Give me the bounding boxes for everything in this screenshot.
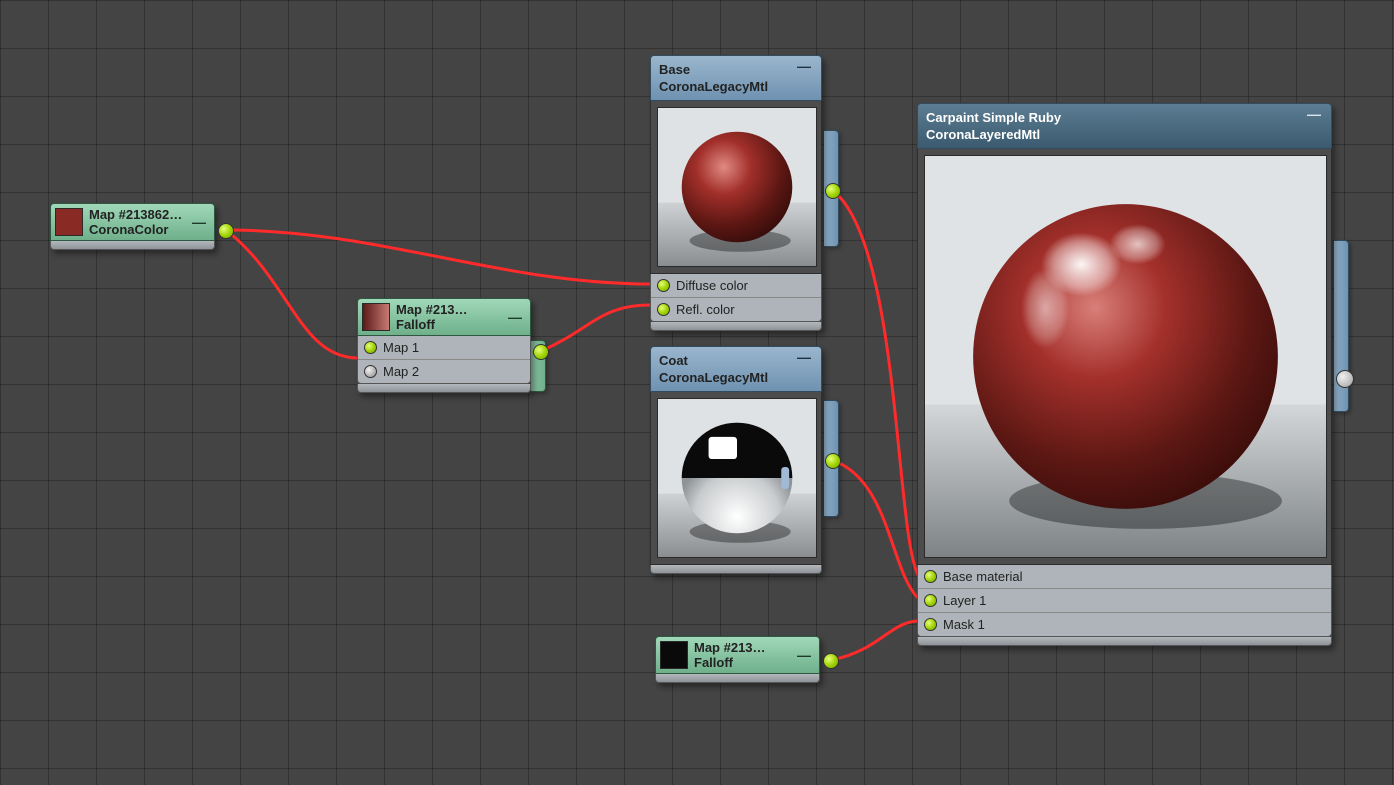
- node-title: Map #213862…: [89, 207, 182, 222]
- base-output[interactable]: [825, 183, 841, 199]
- base-preview: [657, 107, 817, 267]
- layered-output[interactable]: [1336, 370, 1354, 388]
- slot-label: Layer 1: [943, 593, 986, 608]
- coat-preview: [657, 398, 817, 558]
- node-title: Map #213…: [396, 302, 468, 317]
- falloff2-output[interactable]: [823, 653, 839, 669]
- falloff1-swatch: [362, 303, 390, 331]
- slot-label: Map 1: [383, 340, 419, 355]
- node-title: Coat: [659, 352, 768, 369]
- falloff2-swatch: [660, 641, 688, 669]
- node-falloff2[interactable]: Map #213… Falloff —: [655, 636, 820, 683]
- layered-preview: [924, 155, 1327, 558]
- slot-label: Refl. color: [676, 302, 735, 317]
- node-base-mtl[interactable]: Base CoronaLegacyMtl —: [650, 55, 822, 331]
- node-layered-mtl[interactable]: Carpaint Simple Ruby CoronaLayeredMtl —: [917, 103, 1332, 646]
- minimize-icon[interactable]: —: [1305, 109, 1323, 119]
- node-title: Map #213…: [694, 640, 766, 655]
- falloff1-output[interactable]: [533, 344, 549, 360]
- node-type: Falloff: [694, 655, 766, 670]
- corona-color-output[interactable]: [218, 223, 234, 239]
- slot-label: Base material: [943, 569, 1022, 584]
- node-type: CoronaColor: [89, 222, 182, 237]
- slot-label: Diffuse color: [676, 278, 748, 293]
- node-corona-color[interactable]: Map #213862… CoronaColor —: [50, 203, 215, 250]
- node-title: Carpaint Simple Ruby: [926, 109, 1061, 126]
- corona-color-swatch: [55, 208, 83, 236]
- minimize-icon[interactable]: —: [795, 650, 813, 660]
- node-type: Falloff: [396, 317, 468, 332]
- node-type: CoronaLegacyMtl: [659, 78, 768, 95]
- slot-label: Mask 1: [943, 617, 985, 632]
- coat-output[interactable]: [825, 453, 841, 469]
- minimize-icon[interactable]: —: [795, 352, 813, 362]
- layered-layer1-input[interactable]: [924, 594, 937, 607]
- falloff1-map1-input[interactable]: [364, 341, 377, 354]
- node-coat-mtl[interactable]: Coat CoronaLegacyMtl —: [650, 346, 822, 574]
- node-falloff1[interactable]: Map #213… Falloff — Map 1 Map 2: [357, 298, 531, 393]
- node-type: CoronaLegacyMtl: [659, 369, 768, 386]
- layered-base-input[interactable]: [924, 570, 937, 583]
- minimize-icon[interactable]: —: [190, 217, 208, 227]
- base-diffuse-input[interactable]: [657, 279, 670, 292]
- slot-label: Map 2: [383, 364, 419, 379]
- falloff1-map2-input[interactable]: [364, 365, 377, 378]
- node-type: CoronaLayeredMtl: [926, 126, 1061, 143]
- node-title: Base: [659, 61, 768, 78]
- minimize-icon[interactable]: —: [506, 312, 524, 322]
- layered-mask1-input[interactable]: [924, 618, 937, 631]
- base-refl-input[interactable]: [657, 303, 670, 316]
- minimize-icon[interactable]: —: [795, 61, 813, 71]
